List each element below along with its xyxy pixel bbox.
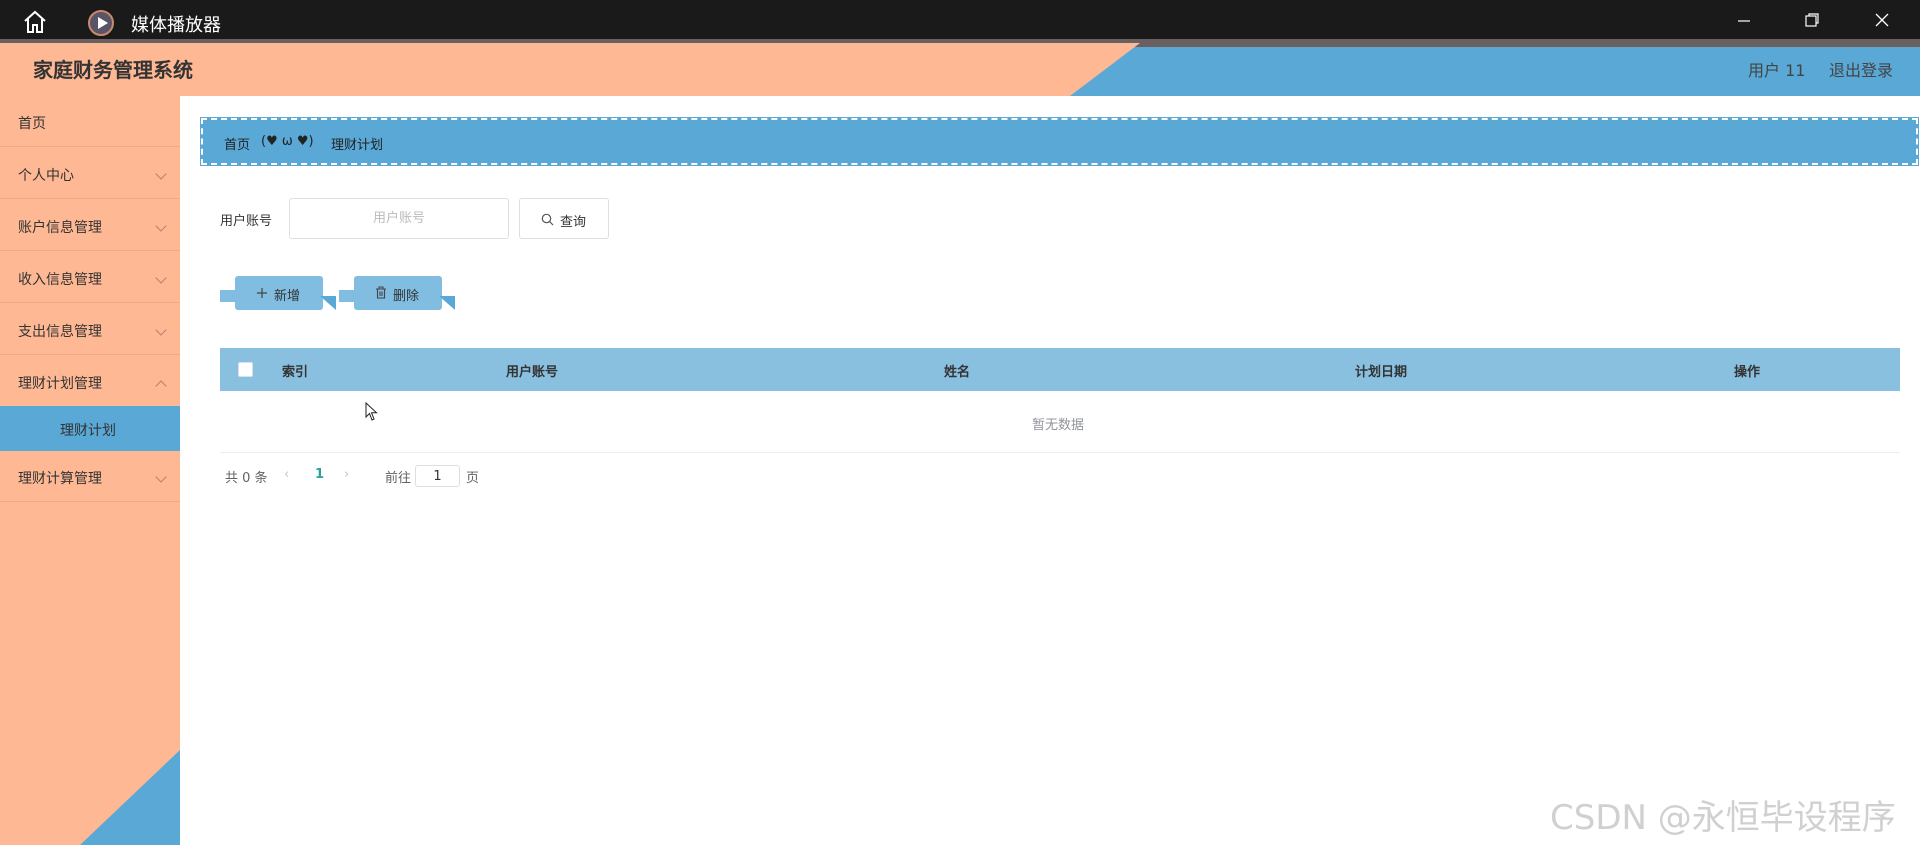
minimize-icon [1738, 20, 1750, 22]
logout-link[interactable]: 退出登录 [1829, 57, 1893, 81]
prev-page-icon[interactable]: ‹ [284, 467, 289, 482]
column-header: 用户账号 [506, 365, 559, 380]
sidebar-item-label: 理财计划管理 [18, 376, 102, 392]
sidebar-item-expense-info[interactable]: 支出信息管理 [0, 304, 180, 355]
page-number[interactable]: 1 [315, 467, 324, 482]
sidebar-item-finance-plan[interactable]: 理财计划管理 [0, 356, 180, 407]
delete-button-label: 删除 [393, 289, 420, 304]
total-count: 共 0 条 [225, 471, 268, 486]
table-body: 暂无数据 [220, 391, 1900, 453]
sidebar-decoration [80, 750, 180, 845]
ribbon-fold [439, 296, 455, 310]
sidebar: 首页 个人中心 账户信息管理 收入信息管理 支出信息管理 理财计划管理 理财计划… [0, 96, 180, 845]
sidebar-item-account-info[interactable]: 账户信息管理 [0, 200, 180, 251]
sidebar-item-label: 收入信息管理 [18, 272, 102, 288]
search-button-label: 查询 [560, 215, 587, 230]
plus-icon [257, 288, 267, 298]
search-button[interactable]: 查询 [519, 198, 609, 239]
window-title: 媒体播放器 [131, 15, 221, 36]
ribbon-fold [320, 296, 336, 310]
goto-page-input[interactable] [415, 465, 460, 487]
sidebar-item-label: 理财计算管理 [18, 471, 102, 487]
system-title: 家庭财务管理系统 [33, 58, 193, 82]
add-button-body: 新增 [235, 276, 323, 310]
add-button-label: 新增 [274, 289, 301, 304]
media-player-icon [88, 10, 114, 36]
window-titlebar: 媒体播放器 [0, 0, 1920, 39]
sidebar-item-income-info[interactable]: 收入信息管理 [0, 252, 180, 303]
empty-text: 暂无数据 [1032, 418, 1085, 433]
watermark: CSDN @永恒毕设程序 [1550, 798, 1896, 838]
next-page-icon[interactable]: › [344, 467, 349, 482]
chevron-down-icon [155, 324, 167, 336]
column-header: 操作 [1734, 365, 1761, 380]
close-icon [1875, 13, 1889, 27]
sidebar-item-home[interactable]: 首页 [0, 96, 180, 147]
sidebar-item-label: 账户信息管理 [18, 220, 102, 236]
chevron-down-icon [155, 272, 167, 284]
sidebar-item-finance-calc[interactable]: 理财计算管理 [0, 451, 180, 502]
search-icon [541, 213, 554, 226]
breadcrumb-current: 理财计划 [331, 138, 384, 153]
chevron-down-icon [155, 471, 167, 483]
restore-button[interactable] [1780, 0, 1848, 39]
app-header: 家庭财务管理系统 用户 11 退出登录 [0, 39, 1920, 96]
mouse-cursor-icon [365, 402, 378, 421]
goto-label: 前往 [385, 471, 412, 486]
sidebar-subitem-label: 理财计划 [60, 423, 116, 439]
goto-suffix: 页 [466, 471, 480, 486]
current-user: 用户 11 [1748, 61, 1806, 80]
delete-button-body: 删除 [354, 276, 442, 310]
breadcrumb: 首页 (♥ ω ♥) 理财计划 [200, 117, 1919, 166]
add-button[interactable]: 新增 [220, 276, 340, 312]
sidebar-item-label: 支出信息管理 [18, 324, 102, 340]
table-header: 索引 用户账号 姓名 计划日期 操作 [220, 348, 1900, 391]
column-header: 索引 [282, 365, 309, 380]
search-label: 用户账号 [220, 214, 273, 229]
sidebar-item-label: 个人中心 [18, 168, 74, 184]
close-button[interactable] [1850, 0, 1918, 39]
search-input[interactable] [289, 198, 509, 239]
trash-icon [376, 286, 386, 299]
chevron-down-icon [155, 220, 167, 232]
column-header: 姓名 [944, 365, 971, 380]
sidebar-subitem-finance-plan[interactable]: 理财计划 [0, 406, 180, 451]
breadcrumb-separator: (♥ ω ♥) [261, 134, 314, 149]
delete-button[interactable]: 删除 [339, 276, 459, 312]
chevron-up-icon [155, 380, 167, 392]
breadcrumb-home[interactable]: 首页 [224, 134, 250, 153]
restore-icon [1805, 13, 1819, 27]
minimize-button[interactable] [1712, 0, 1780, 39]
sidebar-item-personal-center[interactable]: 个人中心 [0, 148, 180, 199]
column-header: 计划日期 [1355, 365, 1408, 380]
chevron-down-icon [155, 168, 167, 180]
home-icon[interactable] [22, 10, 48, 34]
select-all-checkbox[interactable] [238, 362, 253, 377]
sidebar-item-label: 首页 [18, 116, 46, 132]
